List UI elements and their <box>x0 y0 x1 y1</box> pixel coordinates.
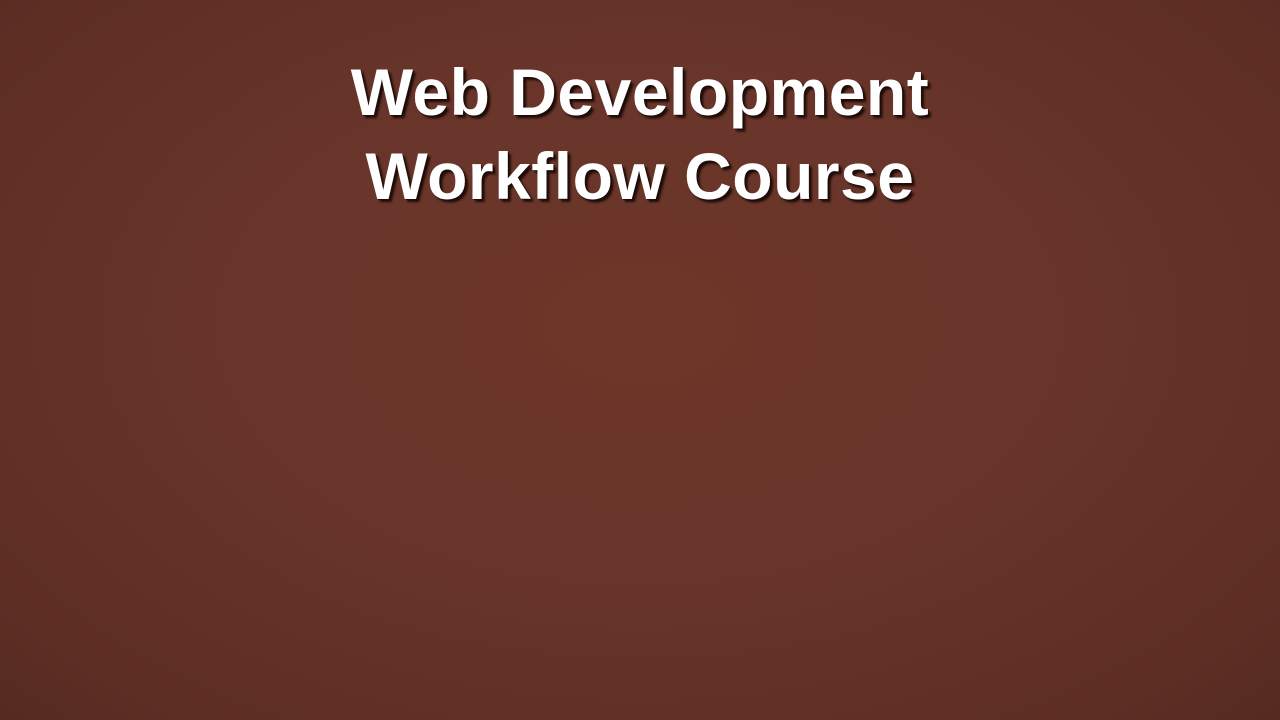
slide-title-line-2: Workflow Course <box>365 139 915 213</box>
slide: Web Development Workflow Course <box>0 0 1280 720</box>
slide-title: Web Development Workflow Course <box>0 50 1280 218</box>
slide-title-line-1: Web Development <box>350 55 930 129</box>
